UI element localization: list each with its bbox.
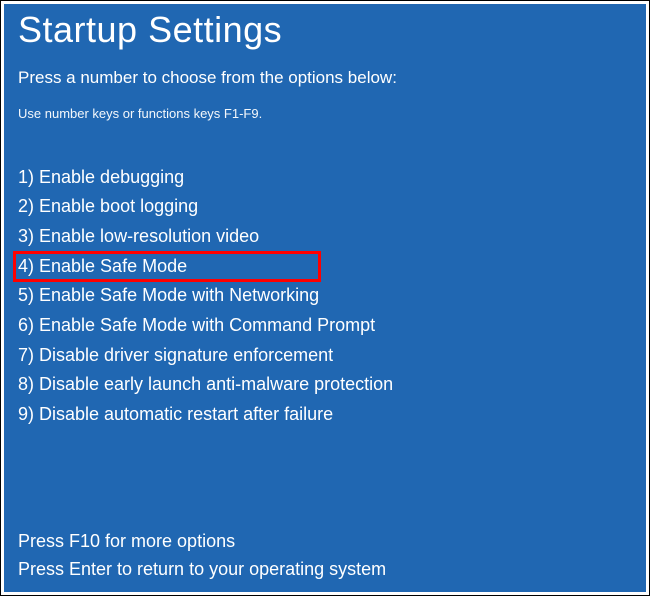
option-enable-boot-logging[interactable]: 2) Enable boot logging xyxy=(18,192,632,222)
option-enable-safe-mode-command-prompt[interactable]: 6) Enable Safe Mode with Command Prompt xyxy=(18,311,632,341)
option-enable-safe-mode-networking[interactable]: 5) Enable Safe Mode with Networking xyxy=(18,281,632,311)
window-border: Startup Settings Press a number to choos… xyxy=(0,0,650,596)
option-disable-automatic-restart[interactable]: 9) Disable automatic restart after failu… xyxy=(18,400,632,430)
option-label: 4) Enable Safe Mode xyxy=(18,256,187,276)
option-enable-low-resolution-video[interactable]: 3) Enable low-resolution video xyxy=(18,222,632,252)
option-disable-early-launch-antimalware[interactable]: 8) Disable early launch anti-malware pro… xyxy=(18,370,632,400)
options-list: 1) Enable debugging 2) Enable boot loggi… xyxy=(18,163,632,430)
instruction-text: Press a number to choose from the option… xyxy=(18,68,632,88)
option-label: 5) Enable Safe Mode with Networking xyxy=(18,285,319,305)
option-label: 8) Disable early launch anti-malware pro… xyxy=(18,374,393,394)
key-hint-text: Use number keys or functions keys F1-F9. xyxy=(18,106,632,121)
footer-return: Press Enter to return to your operating … xyxy=(18,556,386,584)
page-title: Startup Settings xyxy=(18,10,632,50)
footer-more-options: Press F10 for more options xyxy=(18,528,386,556)
option-label: 9) Disable automatic restart after failu… xyxy=(18,404,333,424)
option-label: 3) Enable low-resolution video xyxy=(18,226,259,246)
option-enable-debugging[interactable]: 1) Enable debugging xyxy=(18,163,632,193)
option-disable-driver-signature-enforcement[interactable]: 7) Disable driver signature enforcement xyxy=(18,341,632,371)
option-enable-safe-mode[interactable]: 4) Enable Safe Mode xyxy=(18,252,632,282)
footer: Press F10 for more options Press Enter t… xyxy=(18,528,386,584)
startup-settings-screen: Startup Settings Press a number to choos… xyxy=(4,4,646,592)
option-label: 1) Enable debugging xyxy=(18,167,184,187)
option-label: 7) Disable driver signature enforcement xyxy=(18,345,333,365)
option-label: 2) Enable boot logging xyxy=(18,196,198,216)
option-label: 6) Enable Safe Mode with Command Prompt xyxy=(18,315,375,335)
